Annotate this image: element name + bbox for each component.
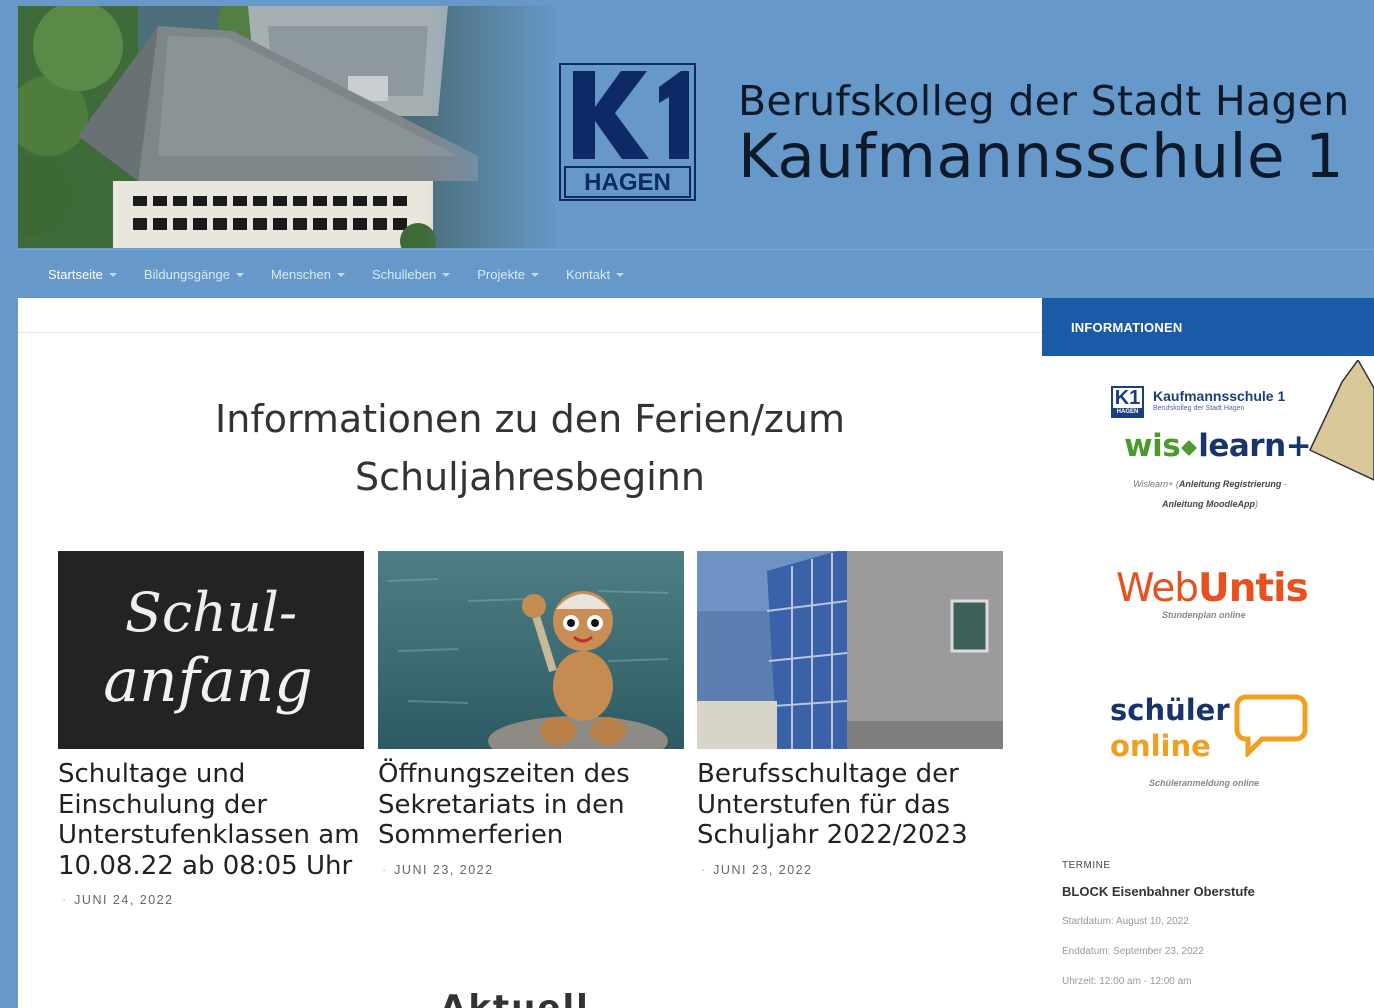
svg-text:anfang: anfang <box>103 646 312 716</box>
post-card: Öffnungszeiten des Sekretariats in den S… <box>378 551 684 877</box>
event-end: Enddatum: September 23, 2022 <box>1062 946 1204 957</box>
post-date: · JUNI 24, 2022 <box>62 893 174 907</box>
nav-item-label: Kontakt <box>565 267 611 282</box>
nav-item-projekte[interactable]: Projekte <box>477 267 539 282</box>
callout-arrow-annotation <box>1309 360 1374 481</box>
schueler-online-logo[interactable]: schüler online <box>1110 693 1310 773</box>
chevron-down-icon <box>108 272 117 277</box>
link-anleitung-registrierung[interactable]: Anleitung Registrierung <box>1179 479 1282 489</box>
chevron-down-icon <box>616 272 625 277</box>
wislearn-note-suffix: ) <box>1254 499 1258 509</box>
termine-label: TERMINE <box>1062 860 1111 871</box>
site-header: HAGEN Berufskolleg der Stadt Hagen Kaufm… <box>18 6 1374 248</box>
speech-bubble-icon <box>1234 694 1308 757</box>
sidebar-header-label: INFORMATIONEN <box>1071 320 1183 335</box>
post-title[interactable]: Öffnungszeiten des Sekretariats in den S… <box>378 759 684 851</box>
wislearn-logo-a: wis <box>1124 428 1181 464</box>
event-title[interactable]: BLOCK Eisenbahner Oberstufe <box>1062 884 1255 899</box>
site-title-line2: Kaufmannsschule 1 <box>738 121 1345 192</box>
webuntis-logo-a: Web <box>1116 566 1199 611</box>
schueler-word: schüler <box>1110 693 1230 727</box>
chevron-down-icon <box>336 272 345 277</box>
k1-mini-name: Kaufmannsschule 1 <box>1153 388 1286 404</box>
chevron-down-icon <box>235 272 244 277</box>
section-title-aktuell: Aktuell <box>440 988 590 1008</box>
schueler-online-subtitle: Schüleranmeldung online <box>1149 778 1260 788</box>
webuntis-logo[interactable]: WebUntis <box>1116 566 1309 611</box>
section-title: Informationen zu den Ferien/zum Schuljah… <box>215 397 845 499</box>
webuntis-logo-b: Untis <box>1198 566 1309 611</box>
wislearn-note-sep: - <box>1281 479 1287 489</box>
event-time: Uhrzeit: 12:00 am - 12:00 am <box>1062 976 1192 987</box>
post-title[interactable]: Schultage und Einschulung der Unterstufe… <box>58 759 364 881</box>
nav-item-label: Bildungsgänge <box>143 267 230 282</box>
post-card: Schul- anfang Schultage und Einschulung … <box>58 551 364 907</box>
post-thumbnail-building[interactable] <box>697 551 1003 749</box>
nav-item-startseite[interactable]: Startseite <box>48 267 117 282</box>
logo-hagen-text: HAGEN <box>584 169 671 196</box>
link-anleitung-moodleapp[interactable]: Anleitung MoodleApp <box>1162 499 1255 509</box>
divider <box>18 332 1042 333</box>
post-date-text: JUNI 24, 2022 <box>74 893 174 907</box>
site-title: Berufskolleg der Stadt Hagen Kaufmannssc… <box>738 78 1350 190</box>
main-content: Informationen zu den Ferien/zum Schuljah… <box>18 298 1042 1008</box>
nav-item-kontakt[interactable]: Kontakt <box>565 267 625 282</box>
chevron-down-icon <box>442 272 451 277</box>
wislearn-note-prefix: Wislearn+ ( <box>1133 479 1179 489</box>
online-word: online <box>1110 729 1211 763</box>
post-title[interactable]: Berufsschultage der Unterstufen für das … <box>697 759 1003 851</box>
post-date: · JUNI 23, 2022 <box>701 862 813 877</box>
post-thumbnail-wooden-figure[interactable] <box>378 551 684 749</box>
nav-item-label: Schulleben <box>371 267 437 282</box>
arrow-icon <box>1181 439 1198 456</box>
k1-sidebar-logo[interactable]: K1 HAGEN Kaufmannsschule 1 Berufskolleg d… <box>1111 386 1311 420</box>
post-card: Berufsschultage der Unterstufen für das … <box>697 551 1003 877</box>
post-thumbnail-chalkboard[interactable]: Schul- anfang <box>58 551 364 749</box>
school-building-photo <box>18 6 558 248</box>
wislearn-note: Wislearn+ (Anleitung Registrierung - Anl… <box>1122 474 1298 514</box>
nav-item-label: Projekte <box>477 267 525 282</box>
main-nav: Startseite Bildungsgänge Menschen Schull… <box>18 249 1374 298</box>
webuntis-subtitle: Stundenplan online <box>1162 610 1246 620</box>
post-date-text: JUNI 23, 2022 <box>394 862 494 877</box>
k1-mini-sub: Berufskolleg der Stadt Hagen <box>1153 405 1245 412</box>
nav-item-menschen[interactable]: Menschen <box>271 267 345 282</box>
nav-item-label: Menschen <box>270 267 331 282</box>
nav-item-schulleben[interactable]: Schulleben <box>371 267 451 282</box>
k1-hagen-logo[interactable]: HAGEN <box>559 63 696 201</box>
event-start: Startdatum: August 10, 2022 <box>1062 916 1189 927</box>
nav-item-bildungsgaenge[interactable]: Bildungsgänge <box>144 267 244 282</box>
chevron-down-icon <box>530 272 539 277</box>
k1-box-small-text: HAGEN <box>1113 408 1142 416</box>
k1-box-text: K1 <box>1114 387 1141 409</box>
sidebar-header: INFORMATIONEN <box>1042 298 1374 356</box>
chalkboard-text: Schul- <box>125 581 297 644</box>
wislearn-logo-b: learn+ <box>1198 428 1312 464</box>
nav-item-label: Startseite <box>48 267 103 282</box>
wislearn-logo[interactable]: wis learn+ <box>1124 428 1312 464</box>
post-date-text: JUNI 23, 2022 <box>713 862 813 877</box>
post-date: · JUNI 23, 2022 <box>382 862 494 877</box>
k1-mini-icon: K1 HAGEN <box>1111 386 1144 418</box>
site-title-line1: Berufskolleg der Stadt Hagen <box>738 77 1350 125</box>
